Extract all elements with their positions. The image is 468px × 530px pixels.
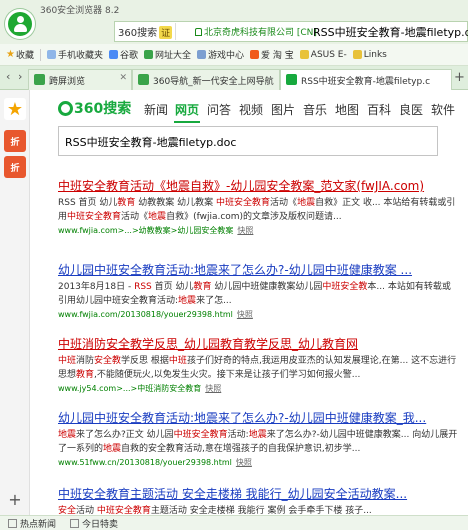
add-sidebar-item-icon[interactable]: + (4, 488, 26, 510)
bookmark-favorites[interactable]: ★ 收藏 (6, 48, 34, 61)
search-logo[interactable]: 360搜索 (58, 98, 131, 118)
snapshot-link[interactable]: 快照 (237, 226, 253, 235)
search-query[interactable]: RSS中班安全教育-地震filetyp.doc (65, 134, 236, 150)
result-url[interactable]: www.fwjia.com>...>幼教教案>幼儿园安全教案 快照 (58, 225, 458, 236)
tab-cross-screen[interactable]: 跨屏浏览 ✕ (28, 69, 132, 90)
bookmark-google[interactable]: 谷歌 (109, 48, 138, 61)
new-tab-icon[interactable]: + (454, 70, 465, 85)
nav-music[interactable]: 音乐 (303, 101, 327, 118)
close-icon[interactable]: ✕ (119, 73, 127, 83)
search-result: 幼儿园中班安全教育活动:地震来了怎么办?-幼儿园中班健康教案 ... 2013年… (58, 262, 458, 320)
globe-icon (138, 74, 149, 85)
result-snippet: 2013年8月18日 - RSS 首页 幼儿教育 幼儿园中班健康教案幼儿园中班安… (58, 282, 451, 306)
nav-news[interactable]: 新闻 (144, 101, 168, 118)
hot-news-button[interactable]: 热点新闻 (8, 517, 56, 530)
result-url[interactable]: www.51fww.cn/20130818/youer29398.html 快照 (58, 457, 458, 468)
cert-badge[interactable]: 证 (159, 26, 173, 39)
game-icon (197, 50, 207, 59)
discount-alt-icon[interactable]: 折 (4, 156, 26, 178)
tab-360-nav[interactable]: 360导航_新一代安全上网导航 (132, 69, 280, 90)
result-url[interactable]: www.fwjia.com/20130818/youer29398.html 快照 (58, 309, 458, 320)
nav-images[interactable]: 图片 (271, 101, 295, 118)
result-title-link[interactable]: 幼儿园中班安全教育活动:地震来了怎么办?-幼儿园中班健康教案 ... (58, 262, 458, 278)
result-title-link[interactable]: 中班消防安全教学反思_幼儿园教育教学反思_幼儿教育网 (58, 336, 458, 352)
bookmark-asus[interactable]: ASUS E- (299, 50, 347, 60)
result-title-link[interactable]: 幼儿园中班安全教育活动:地震来了怎么办?-幼儿园中班健康教案_我... (58, 410, 458, 426)
google-icon (109, 50, 118, 59)
favorites-star-icon[interactable]: ★ (4, 98, 26, 120)
page-content: 360搜索 新闻 网页 问答 视频 图片 音乐 地图 百科 良医 软件 RSS中… (30, 90, 468, 515)
search-result: 幼儿园中班安全教育活动:地震来了怎么办?-幼儿园中班健康教案_我... 地震来了… (58, 410, 458, 468)
address-bar[interactable]: 360搜索证 北京奇虎科技有限公司 [CN] RSS中班安全教育-地震filet… (114, 21, 468, 42)
nav-software[interactable]: 软件 (431, 101, 455, 118)
tab-scroll-left-icon[interactable]: ‹ (6, 70, 10, 83)
status-bar: 热点新闻 今日特卖 (0, 515, 468, 530)
star-icon: ★ (6, 49, 15, 60)
tab-scroll-right-icon[interactable]: › (18, 70, 22, 83)
nav-doctor[interactable]: 良医 (399, 101, 423, 118)
nav-maps[interactable]: 地图 (335, 101, 359, 118)
shopping-icon (70, 519, 79, 528)
search-favicon-icon (286, 74, 297, 85)
nav-qa[interactable]: 问答 (207, 101, 231, 118)
result-title-link[interactable]: 中班安全教育活动《地震自救》-幼儿园安全教案_范文家(fwJIA.com) (58, 178, 458, 194)
result-title-link[interactable]: 中班安全教育主题活动 安全走楼梯 我能行_幼儿园安全活动教案... (58, 486, 458, 502)
snapshot-link[interactable]: 快照 (205, 384, 221, 393)
result-url[interactable]: www.jy54.com>...>中班消防安全教育 快照 (58, 383, 458, 394)
search-mode-select[interactable]: 360搜索证 (115, 23, 177, 40)
bookmark-game-center[interactable]: 游戏中心 (197, 48, 244, 61)
phone-icon (46, 50, 56, 59)
result-snippet: 中班消防安全教学反思 根据中班孩子们好奇的特点,我运用皮亚杰的认知发展理论,在第… (58, 356, 457, 380)
bookmarks-bar: ★ 收藏 手机收藏夹 谷歌 网址大全 游戏中心 爱 淘 宝 ASUS E- Lin… (0, 44, 468, 66)
nav-video[interactable]: 视频 (239, 101, 263, 118)
tab-strip: ‹ › 跨屏浏览 ✕ 360导航_新一代安全上网导航 RSS中班安全教育-地震f… (0, 66, 468, 90)
asus-icon (299, 50, 309, 59)
nav-webpage[interactable]: 网页 (175, 101, 199, 118)
result-snippet: 地震来了怎么办?正文 幼儿园中班安全教育活动:地震来了怎么办?-幼儿园中班健康教… (58, 430, 458, 454)
tab-search-result[interactable]: RSS中班安全教育-地震filetyp.c (280, 69, 452, 90)
result-snippet: RSS 首页 幼儿教育 幼教教案 幼儿教案 中班安全教育活动《地震自救》正文 收… (58, 198, 456, 222)
browser-logo-icon[interactable] (5, 9, 35, 39)
search-result: 中班安全教育活动《地震自救》-幼儿园安全教案_范文家(fwJIA.com) RS… (58, 178, 458, 236)
secure-site-label[interactable]: 北京奇虎科技有限公司 [CN] (195, 25, 317, 38)
bookmark-mobile-favorites[interactable]: 手机收藏夹 (46, 48, 103, 61)
address-row: 360搜索证 北京奇虎科技有限公司 [CN] RSS中班安全教育-地震filet… (0, 20, 468, 44)
globe-icon (144, 50, 154, 59)
result-snippet: 安全活动 中班安全教育主题活动 安全走楼梯 我能行 案例 会手牵手下楼 孩子..… (58, 506, 372, 515)
search-input[interactable]: RSS中班安全教育-地震filetyp.doc (58, 126, 438, 156)
today-special-button[interactable]: 今日特卖 (70, 517, 118, 530)
search-result: 中班安全教育主题活动 安全走楼梯 我能行_幼儿园安全活动教案... 安全活动 中… (58, 486, 458, 515)
left-sidebar: ★ 折 折 + (0, 90, 30, 515)
active-nav-indicator (174, 121, 200, 123)
news-icon (8, 519, 17, 528)
title-bar: 360安全浏览器 8.2 (0, 0, 468, 20)
snapshot-link[interactable]: 快照 (237, 310, 253, 319)
lock-icon (195, 28, 202, 36)
snapshot-link[interactable]: 快照 (236, 458, 252, 467)
url-text[interactable]: RSS中班安全教育-地震filetyp.doc (313, 24, 468, 40)
search-result: 中班消防安全教学反思_幼儿园教育教学反思_幼儿教育网 中班消防安全教学反思 根据… (58, 336, 458, 394)
folder-icon (352, 50, 362, 59)
cross-screen-icon (34, 74, 45, 85)
window-title: 360安全浏览器 8.2 (40, 6, 120, 16)
taobao-icon (250, 50, 260, 59)
nav-baike[interactable]: 百科 (367, 101, 391, 118)
bookmark-links[interactable]: Links (352, 50, 387, 60)
discount-icon[interactable]: 折 (4, 130, 26, 152)
bookmark-site-directory[interactable]: 网址大全 (144, 48, 191, 61)
bookmark-taobao[interactable]: 爱 淘 宝 (250, 48, 294, 61)
